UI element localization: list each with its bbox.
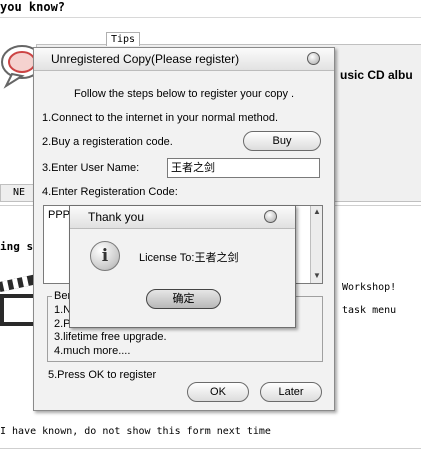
benefit-4: 4.much more.... [54,345,131,357]
license-message: License To:王者之剑 [139,252,239,264]
close-icon[interactable] [264,210,277,223]
dialog-title: Thank you [88,210,145,224]
step-4-text: 4.Enter Registeration Code: [42,186,178,198]
tips-tab: Tips [106,32,141,46]
buy-button[interactable]: Buy [243,131,321,151]
info-icon: i [90,241,120,271]
divider [0,17,421,18]
intro-text: Follow the steps below to register your … [74,88,295,100]
scrollbar[interactable]: ▲ ▼ [310,206,322,283]
confirm-button[interactable]: 确定 [146,289,221,309]
close-icon[interactable] [307,52,320,65]
divider [0,448,421,449]
background-text-fragment: Workshop! [342,282,397,293]
dialog-title-bar[interactable]: Unregistered Copy(Please register) [34,48,334,71]
ok-button[interactable]: OK [187,382,249,402]
later-button[interactable]: Later [260,382,322,402]
dont-show-checkbox-label[interactable]: I have known, do not show this form next… [0,426,271,437]
background-text-fragment: task menu [342,305,397,316]
background-window-title: you know? [0,0,66,14]
benefit-3: 3.lifetime free upgrade. [54,331,167,343]
thank-you-dialog: Thank you i License To:王者之剑 确定 [69,205,296,328]
scroll-down-icon[interactable]: ▼ [311,271,323,280]
step-3-text: 3.Enter User Name: [42,162,140,174]
scroll-up-icon[interactable]: ▲ [311,207,323,216]
tip-heading-fragment: usic CD albu [340,68,413,82]
dialog-title: Unregistered Copy(Please register) [51,52,240,66]
username-field[interactable]: 王者之剑 [167,158,320,178]
step-2-text: 2.Buy a registeration code. [42,136,173,148]
step-5-text: 5.Press OK to register [48,369,157,381]
dialog-title-bar[interactable]: Thank you [70,206,295,229]
step-1-text: 1.Connect to the internet in your normal… [42,112,279,124]
